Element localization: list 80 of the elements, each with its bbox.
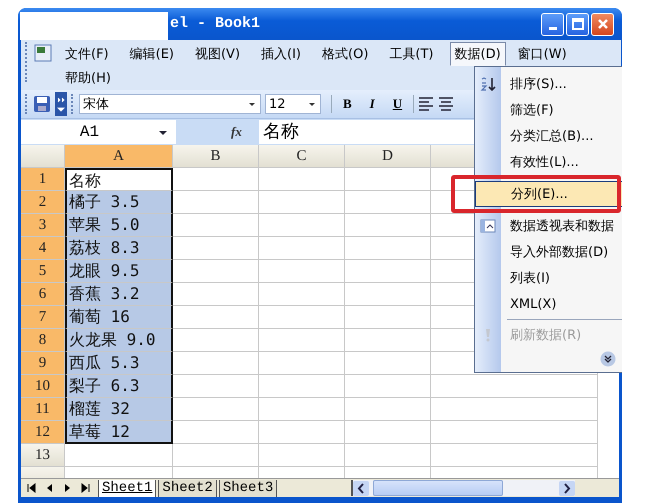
scroll-right-icon[interactable] (559, 480, 576, 496)
function-button[interactable]: fx (231, 124, 251, 140)
italic-button[interactable]: I (362, 96, 382, 112)
close-button[interactable] (591, 12, 614, 36)
table-cell: 香蕉 3.2 (65, 283, 173, 306)
table-cell: 名称 (65, 168, 173, 191)
menu-item[interactable]: 视图(V) (190, 42, 246, 66)
menu-item[interactable]: 数据透视表和数据 (475, 213, 622, 239)
table-cell: 草莓 12 (65, 421, 173, 444)
menu-item[interactable]: 数据(D) (450, 42, 506, 66)
dropdown-icon (308, 101, 316, 107)
row-header[interactable]: 1 (21, 168, 65, 191)
row-header[interactable]: 10 (21, 375, 65, 398)
row-header[interactable]: 13 (21, 444, 65, 467)
menu-item[interactable]: 格式(O) (317, 42, 374, 66)
document-icon (34, 44, 52, 62)
table-cell: 龙眼 9.5 (65, 260, 173, 283)
font-size-field[interactable]: 12 (265, 94, 321, 114)
toolbar-options-icon[interactable] (55, 92, 67, 116)
row-header[interactable]: 12 (21, 421, 65, 444)
next-sheet-icon[interactable] (63, 483, 72, 493)
minimize-icon (548, 26, 556, 30)
sort-icon (480, 77, 496, 91)
menu-item[interactable]: 编辑(E) (124, 42, 179, 66)
minimize-button[interactable] (541, 12, 564, 36)
maximize-button[interactable] (566, 12, 589, 36)
row-header[interactable]: 8 (21, 329, 65, 352)
menu-item[interactable]: 排序(S)... (475, 71, 622, 97)
table-cell: 榴莲 32 (65, 398, 173, 421)
column-header[interactable]: B (173, 145, 259, 168)
menu-item[interactable]: 工具(T) (384, 42, 438, 66)
sheet-tab[interactable]: Sheet3 (218, 480, 278, 496)
menu-item[interactable]: 筛选(F) (475, 97, 622, 123)
first-sheet-icon[interactable] (27, 483, 36, 493)
save-icon[interactable] (33, 95, 51, 113)
row-header[interactable]: 7 (21, 306, 65, 329)
menu-item[interactable]: 文件(F) (60, 42, 114, 66)
sheet-tab[interactable]: Sheet2 (158, 480, 217, 496)
menu-item[interactable]: 有效性(L)... (475, 149, 622, 175)
align-center-icon[interactable] (438, 95, 454, 113)
table-cell: 荔枝 8.3 (65, 237, 173, 260)
menu-item[interactable]: 窗口(W) (512, 42, 572, 66)
sheet-tab[interactable]: Sheet1 (98, 480, 156, 496)
window-title: el - Book1 (170, 15, 260, 32)
expand-menu-icon[interactable] (600, 351, 616, 367)
previous-sheet-icon[interactable] (45, 483, 54, 493)
row-header[interactable]: 11 (21, 398, 65, 421)
dropdown-icon (158, 128, 168, 136)
font-field[interactable]: 宋体 (79, 94, 261, 114)
row-header[interactable]: 2 (21, 191, 65, 214)
bold-button[interactable]: B (336, 96, 359, 112)
menu-item[interactable]: 导入外部数据(D) (475, 239, 622, 265)
row-header[interactable]: 3 (21, 214, 65, 237)
menu-item[interactable]: 插入(I) (256, 42, 306, 66)
column-header[interactable]: D (345, 145, 431, 168)
name-box[interactable]: A1 (21, 120, 176, 144)
underline-button[interactable]: U (386, 96, 410, 112)
table-cell: 苹果 5.0 (65, 214, 173, 237)
menu-item[interactable]: 帮助(H) (60, 66, 116, 90)
table-cell: 西瓜 5.3 (65, 352, 173, 375)
row-header[interactable]: 9 (21, 352, 65, 375)
dropdown-icon (248, 101, 256, 107)
menu-item[interactable]: 列表(I) (475, 265, 622, 291)
column-header[interactable]: C (259, 145, 345, 168)
row-header[interactable]: 5 (21, 260, 65, 283)
table-cell: 火龙果 9.0 (65, 329, 173, 352)
close-icon (596, 18, 608, 30)
align-left-icon[interactable] (418, 95, 434, 113)
scroll-left-icon[interactable] (353, 480, 370, 496)
scrollbar-thumb[interactable] (373, 480, 504, 496)
table-cell: 梨子 6.3 (65, 375, 173, 398)
menu-item[interactable]: XML(X) (475, 291, 622, 317)
column-header[interactable]: A (65, 145, 173, 168)
last-sheet-icon[interactable] (81, 483, 90, 493)
maximize-icon (572, 18, 584, 30)
table-cell: 橘子 3.5 (65, 191, 173, 214)
row-header[interactable]: 6 (21, 283, 65, 306)
table-cell: 葡萄 16 (65, 306, 173, 329)
menu-item[interactable]: 分列(E)... (475, 181, 622, 207)
row-header[interactable]: 4 (21, 237, 65, 260)
